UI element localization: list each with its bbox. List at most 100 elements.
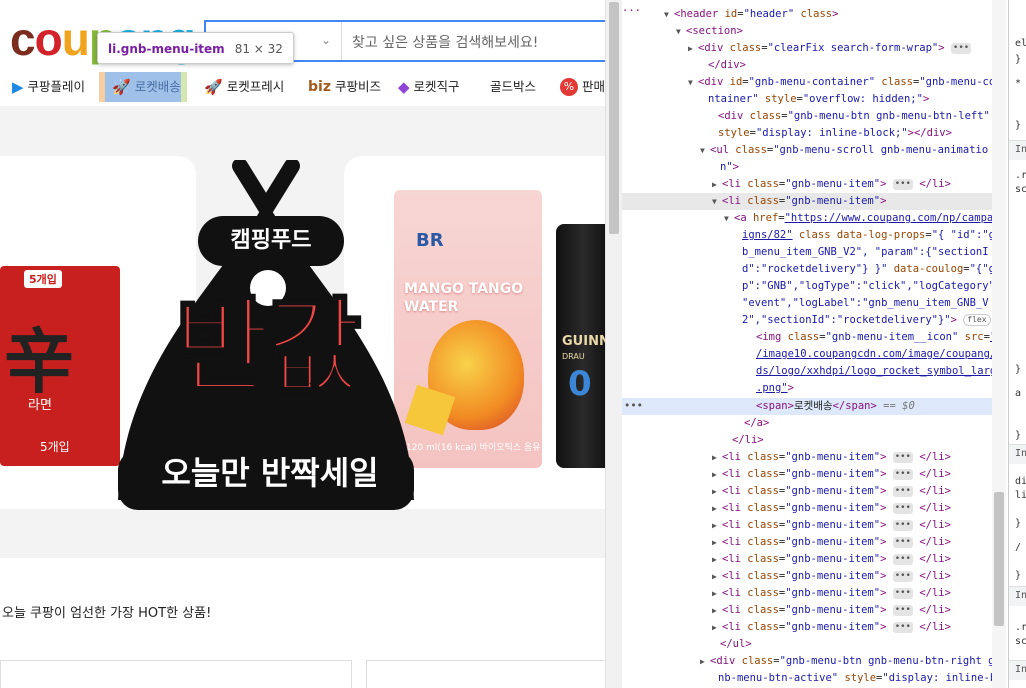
flash-sale-subline: 오늘만 반짝세일 — [161, 454, 379, 492]
dom-tree-node[interactable]: d":"rocketdelivery"} }" data-coulog="{"g… — [622, 261, 992, 278]
expand-toggle-icon[interactable]: ▶ — [712, 466, 722, 483]
dom-tree-node[interactable]: ▼ <li class="gnb-menu-item"> — [622, 193, 992, 210]
gnb-menu-item[interactable]: 골드박스 — [490, 72, 536, 102]
dom-tree-node[interactable]: 2","sectionId":"rocketdelivery"}"> flex — [622, 312, 992, 329]
gnb-menu-item[interactable]: 🚀 로켓배송 — [112, 72, 181, 102]
dom-tree-node[interactable]: </div> — [622, 57, 992, 74]
expand-toggle-icon[interactable]: ▼ — [724, 210, 734, 227]
devtools-elements-panel: ... ▼ <header id="header" class> ▼ <section>… — [622, 0, 992, 688]
dom-tree-node[interactable]: ▼ <section> — [622, 23, 992, 40]
styles-section-header[interactable]: In — [1009, 140, 1026, 160]
styles-section-label: In — [1015, 590, 1026, 601]
expand-toggle-icon[interactable]: ▶ — [712, 619, 722, 636]
dom-tree-node[interactable]: </li> — [622, 432, 992, 449]
camping-food-pill: 캠핑푸드 — [198, 216, 344, 266]
styles-section-header[interactable]: In — [1009, 586, 1026, 606]
logo-letter: c — [10, 13, 36, 65]
ramen-logo-char: 辛 — [4, 320, 74, 403]
dom-tree-node[interactable]: ▶ <li class="gnb-menu-item"> ••• </li> — [622, 585, 992, 602]
can-sub: DRAU — [562, 352, 585, 361]
dom-tree-node[interactable]: ▼ <header id="header" class> — [622, 6, 992, 23]
dom-tree-node[interactable]: </a> — [622, 415, 992, 432]
styles-rule-text: } — [1015, 570, 1022, 581]
dom-tree-node[interactable]: "event","logLabel":"gnb_menu_item_GNB_V — [622, 295, 992, 312]
dom-tree-node[interactable]: ▶ <div class="gnb-menu-btn gnb-menu-btn-r… — [622, 653, 992, 670]
rocket-icon: 🚀 — [112, 78, 131, 96]
dom-tree-node[interactable]: ▶ <li class="gnb-menu-item"> ••• </li> — [622, 500, 992, 517]
dom-tree-node[interactable]: ••• <span>로켓배송</span> == $0 — [622, 398, 992, 415]
dom-tree-node[interactable]: <img class="gnb-menu-item__icon" src="/ — [622, 329, 992, 346]
gnb-menu-item[interactable]: ▶ 쿠팡플레이 — [12, 72, 85, 102]
search-input[interactable]: 찾고 싶은 상품을 검색해보세요! — [352, 32, 538, 52]
dom-tree-node[interactable]: ▼ <ul class="gnb-menu-scroll gnb-menu-ani… — [622, 142, 992, 159]
gnb-menu-item[interactable]: ◆ 로켓직구 — [398, 72, 460, 102]
styles-section-header[interactable]: In — [1009, 660, 1026, 680]
dom-tree-node[interactable]: ▶ <li class="gnb-menu-item"> ••• </li> — [622, 517, 992, 534]
dom-tree-node[interactable]: n"> — [622, 159, 992, 176]
expand-toggle-icon[interactable]: ▼ — [700, 142, 710, 159]
dom-tree-node[interactable]: ▶ <div class="clearFix search-form-wrap">… — [622, 40, 992, 57]
gnb-menu-label: 쿠팡비즈 — [334, 79, 381, 94]
page-scrollbar[interactable] — [605, 0, 622, 688]
dom-tree-node[interactable]: ds/logo/xxhdpi/logo_rocket_symbol_large — [622, 363, 992, 380]
logo-letter: u — [61, 13, 90, 65]
dom-tree-node[interactable]: ▶ <li class="gnb-menu-item"> ••• </li> — [622, 483, 992, 500]
dom-tree-node[interactable]: /image10.coupangcdn.com/image/coupang/r — [622, 346, 992, 363]
ramen-name: 라면 — [28, 398, 52, 413]
node-actions-icon[interactable]: ••• — [624, 398, 643, 415]
expand-toggle-icon[interactable]: ▶ — [712, 585, 722, 602]
dom-tree-node[interactable]: nb-menu-btn-active" style="display: inli… — [622, 670, 992, 687]
gnb-menu-label: 로켓배송 — [134, 79, 181, 94]
dom-tree-node[interactable]: ▶ <li class="gnb-menu-item"> ••• </li> — [622, 551, 992, 568]
dom-tree-node[interactable]: ntainer" style="overflow: hidden;"> — [622, 91, 992, 108]
product-card[interactable] — [366, 660, 605, 688]
styles-rule-text: di — [1015, 476, 1026, 487]
dom-tree-node[interactable]: b_menu_item_GNB_V2", "param":{"sectionI — [622, 244, 992, 261]
dom-tree-node[interactable]: ▶ <li class="gnb-menu-item"> ••• </li> — [622, 466, 992, 483]
dom-tree-node[interactable]: ▶ <li class="gnb-menu-item"> ••• </li> — [622, 176, 992, 193]
product-card[interactable] — [0, 660, 352, 688]
half-price-headline: 반값 — [173, 286, 363, 408]
styles-section-header[interactable]: In — [1009, 444, 1026, 464]
devtools-scroll-thumb[interactable] — [994, 492, 1004, 626]
expand-toggle-icon[interactable]: ▶ — [700, 653, 710, 670]
dom-tree-node[interactable]: ▶ <li class="gnb-menu-item"> ••• </li> — [622, 534, 992, 551]
dom-tree-node[interactable]: ▼ <a href="https://www.coupang.com/np/cam… — [622, 210, 992, 227]
styles-rule-text: el — [1015, 38, 1026, 49]
percent-icon: % — [560, 78, 578, 96]
expand-toggle-icon[interactable]: ▶ — [712, 602, 722, 619]
expand-toggle-icon[interactable]: ▶ — [712, 176, 722, 193]
gnb-menu-item[interactable]: % 판매 — [560, 72, 605, 102]
dom-tree-node[interactable]: p":"GNB","logType":"click","logCategory"… — [622, 278, 992, 295]
dom-tree-node[interactable]: </ul> — [622, 636, 992, 653]
dom-tree-node[interactable]: .png"> — [622, 380, 992, 397]
biz-icon: biz — [308, 79, 331, 95]
dom-tree-node[interactable]: <div class="gnb-menu-btn gnb-menu-btn-le… — [622, 108, 992, 125]
expand-toggle-icon[interactable]: ▶ — [712, 534, 722, 551]
expand-toggle-icon[interactable]: ▶ — [712, 568, 722, 585]
expand-toggle-icon[interactable]: ▶ — [712, 483, 722, 500]
dom-tree-node[interactable]: style="display: inline-block;"></div> — [622, 125, 992, 142]
dom-tree-node[interactable]: ▼ <div id="gnb-menu-container" class="gnb… — [622, 74, 992, 91]
hot-products-title: 오늘 쿠팡이 엄선한 가장 HOT한 상품! — [2, 606, 212, 621]
expand-toggle-icon[interactable]: ▼ — [688, 74, 698, 91]
devtools-scrollbar[interactable] — [992, 0, 1006, 688]
dom-tree-node[interactable]: ▶ <li class="gnb-menu-item"> ••• </li> — [622, 619, 992, 636]
gnb-menu-item[interactable]: biz 쿠팡비즈 — [308, 72, 381, 102]
expand-toggle-icon[interactable]: ▼ — [712, 193, 722, 210]
expand-toggle-icon[interactable]: ▼ — [676, 23, 686, 40]
expand-toggle-icon[interactable]: ▶ — [688, 40, 698, 57]
dom-tree-node[interactable]: igns/82" class data-log-props="{ "id":"g… — [622, 227, 992, 244]
page-scroll-thumb[interactable] — [609, 2, 619, 234]
play-icon: ▶ — [12, 78, 24, 96]
dom-tree-node[interactable]: ▶ <li class="gnb-menu-item"> ••• </li> — [622, 449, 992, 466]
styles-rule-text: } — [1015, 120, 1022, 131]
expand-toggle-icon[interactable]: ▶ — [712, 449, 722, 466]
dom-tree-node[interactable]: ▶ <li class="gnb-menu-item"> ••• </li> — [622, 602, 992, 619]
expand-toggle-icon[interactable]: ▶ — [712, 517, 722, 534]
gnb-menu-item[interactable]: 🚀 로켓프레시 — [204, 72, 284, 102]
expand-toggle-icon[interactable]: ▶ — [712, 551, 722, 568]
expand-toggle-icon[interactable]: ▶ — [712, 500, 722, 517]
dom-tree-node[interactable]: ▶ <li class="gnb-menu-item"> ••• </li> — [622, 568, 992, 585]
expand-toggle-icon[interactable]: ▼ — [664, 6, 674, 23]
